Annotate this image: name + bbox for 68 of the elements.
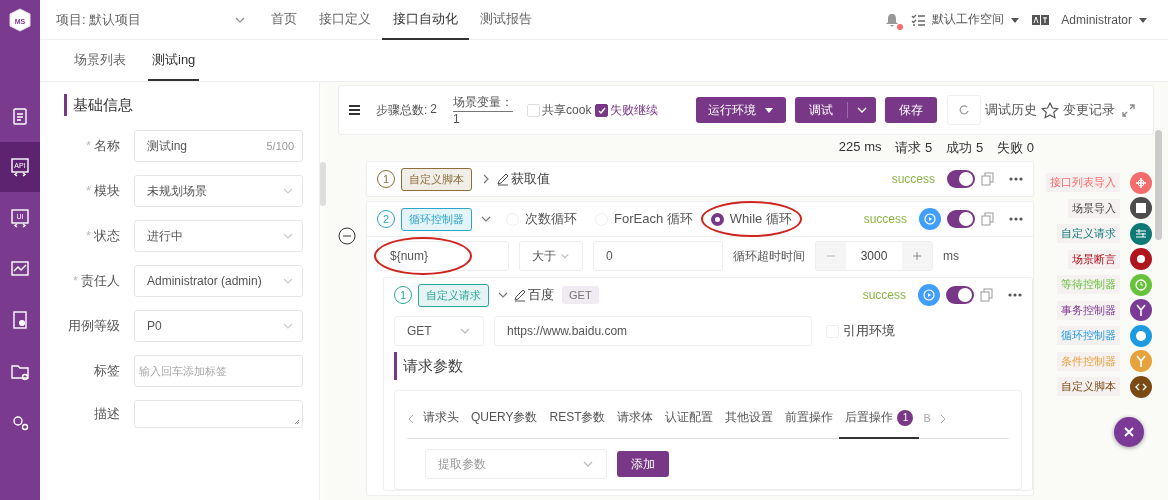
add-button[interactable]: 添加 [617,451,669,477]
radio-option[interactable]: ForEach 循环 [595,210,693,228]
project-select[interactable]: 项目: 默认项目 [56,10,246,29]
param-tab[interactable]: 请求头 [417,398,465,439]
checkbox[interactable]: 共享cook [527,101,592,119]
radio-option[interactable]: While 循环 [710,210,792,228]
change-log-link[interactable]: 变更记录 [1041,101,1116,119]
field-label: 描述 [93,405,121,423]
checkbox[interactable]: 引用环境 [826,322,895,340]
timeout-label: 循环超时时间 [733,247,805,265]
menu-item-label[interactable]: 自定义请求 [1057,224,1120,244]
step-type-tag: 自定义脚本 [401,167,472,191]
nav-tab[interactable]: 测试报告 [469,0,543,40]
timeout-stepper[interactable]: 3000 [815,241,933,271]
user-menu[interactable]: Administrator [1061,12,1148,27]
field-label: 标签 [93,362,121,380]
menu-item-label[interactable]: 自定义脚本 [1057,377,1120,397]
param-tab[interactable]: QUERY参数 [465,398,544,439]
scenario-tab[interactable]: 场景列表 [70,51,130,81]
debug-history-link[interactable]: 调试历史 [985,101,1038,119]
section-title: 基础信息 [64,94,303,116]
radio-option[interactable]: 次数循环 [506,210,577,228]
method-tag: GET [562,286,599,304]
menu-item-label[interactable]: 场景断言 [1068,249,1120,269]
stat-text: 请求 5 [895,139,933,157]
param-tab[interactable]: 认证配置 [659,398,720,439]
value-field[interactable]: 0 [593,241,723,271]
param-tab[interactable]: 请求体 [611,398,660,439]
status-text: success [891,172,935,186]
step-name[interactable]: 获取值 [496,170,550,188]
workspace-select[interactable]: 默认工作空间 [911,11,1021,28]
param-tab[interactable]: 前置操作 [779,398,840,439]
field-label: * 模块 [84,182,121,200]
menu-item-label[interactable]: 事务控制器 [1057,300,1120,320]
select-field[interactable]: 未规划场景 [134,175,303,207]
select-field[interactable]: P0 [134,310,303,342]
select-field[interactable]: Administrator (admin) [134,265,303,297]
nav-tab[interactable]: 首页 [260,0,308,40]
scenario-variables-link[interactable]: 场景变量： 1 [453,94,514,126]
select-field[interactable]: 进行中 [134,220,303,252]
unit-label: ms [943,249,959,263]
field-label: * 名称 [84,137,121,155]
text-field[interactable]: 测试ing 5/100 [134,130,303,162]
operator-select[interactable]: 大于 [519,241,583,271]
step-total-label: 步骤总数: [376,101,428,119]
method-select[interactable]: GET [394,316,484,346]
stat-text: 225 ms [838,139,882,156]
field-label: 用例等级 [67,317,121,335]
status-text: success [862,288,906,302]
step-total: 2 [430,101,438,116]
environment-button[interactable]: 运行环境 [696,97,787,123]
url-field[interactable]: https://www.baidu.com [494,316,812,346]
stat-text: 失败 0 [997,139,1034,157]
field-label: * 状态 [84,227,121,245]
menu-item-label[interactable]: 场景导入 [1068,198,1120,218]
step-name[interactable]: 百度 [513,286,554,304]
nav-tab[interactable]: 接口定义 [308,0,382,40]
param-tab[interactable]: 其他设置 [719,398,780,439]
checkbox[interactable]: 失败继续 [595,101,659,119]
param-tab[interactable]: REST参数 [543,398,612,439]
section-title: 请求参数 [394,352,1022,380]
step-type-tag: 自定义请求 [418,283,489,307]
field-label: * 责任人 [71,272,121,290]
param-tab[interactable]: 后置操作 1 [839,398,920,439]
status-text: success [863,212,907,226]
save-button[interactable]: 保存 [885,97,938,123]
stat-text: 成功 5 [946,139,984,157]
step-type-tag: 循环控制器 [401,207,472,231]
